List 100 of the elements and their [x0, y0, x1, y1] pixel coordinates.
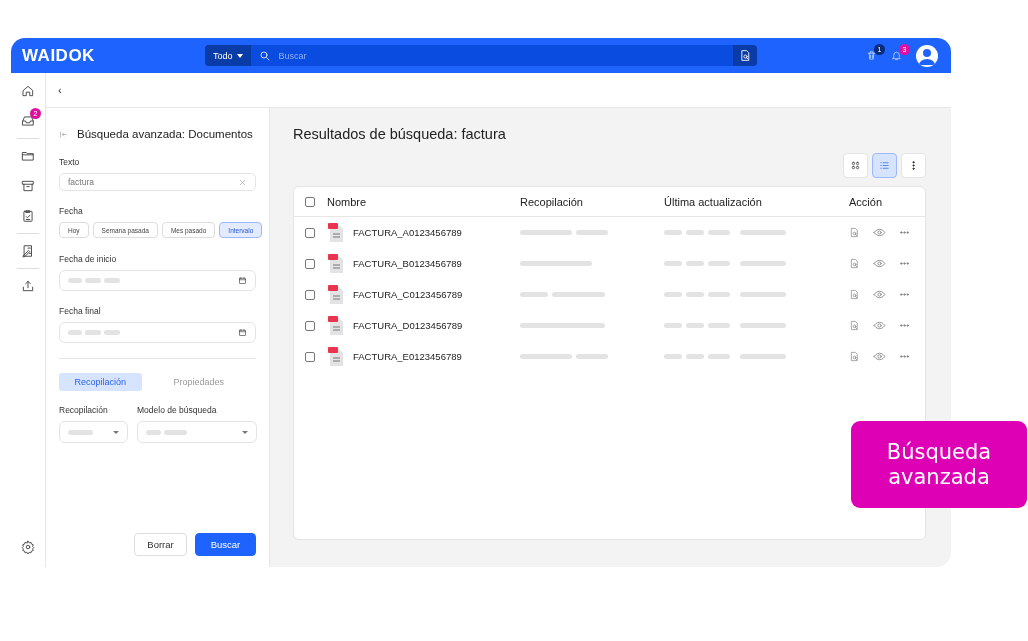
clear-icon[interactable]	[238, 177, 247, 187]
results-title: Resultados de búsqueda: factura	[293, 126, 507, 142]
document-search-icon[interactable]	[849, 320, 860, 331]
document-search-icon[interactable]	[849, 351, 860, 362]
placeholder-bar	[104, 278, 120, 283]
column-header: Acción	[849, 195, 884, 208]
calendar-icon[interactable]	[238, 328, 247, 337]
search-button[interactable]: Buscar	[195, 533, 256, 556]
text-field[interactable]: factura	[59, 173, 256, 191]
file-name: FACTURA_B0123456789	[353, 258, 462, 269]
placeholder-bar	[520, 261, 592, 266]
inbox-icon[interactable]	[21, 114, 35, 128]
placeholder-bar	[664, 230, 682, 235]
dropdown-field[interactable]	[137, 421, 257, 443]
archive-icon[interactable]	[21, 179, 35, 193]
placeholder-bar	[85, 278, 101, 283]
home-icon[interactable]	[21, 84, 35, 98]
placeholder-bar	[664, 354, 682, 359]
settings-icon[interactable]	[21, 540, 35, 554]
pdf-file-icon	[327, 347, 344, 366]
placeholder-bar	[708, 230, 730, 235]
placeholder-bar	[146, 429, 161, 435]
document-search-icon[interactable]	[849, 227, 860, 238]
back-button[interactable]: ‹	[58, 84, 62, 96]
placeholder-bar	[104, 330, 120, 335]
field-label: Fecha	[59, 206, 84, 216]
checkbox[interactable]	[305, 196, 315, 207]
eye-icon[interactable]	[873, 257, 886, 270]
placeholder-bar	[552, 292, 605, 297]
eye-icon[interactable]	[873, 350, 886, 363]
date-field[interactable]	[59, 322, 256, 343]
placeholder-bar	[664, 323, 682, 328]
placeholder-bar	[68, 278, 82, 283]
clear-button[interactable]: Borrar	[134, 533, 187, 556]
checkbox[interactable]	[305, 320, 315, 331]
field-label: Fecha de inicio	[59, 254, 118, 264]
placeholder-bar	[164, 429, 187, 435]
placeholder-bar	[576, 354, 608, 359]
search-field[interactable]: Buscar	[276, 49, 725, 62]
collapse-icon[interactable]	[59, 129, 68, 139]
placeholder-bar	[740, 323, 786, 328]
placeholder-bar	[520, 230, 572, 235]
callout-label: Búsqueda avanzada	[851, 421, 1027, 508]
document-search-icon[interactable]	[849, 258, 860, 269]
bell-icon[interactable]	[891, 50, 902, 61]
panel-title: Búsqueda avanzada: Documentos	[77, 128, 253, 140]
file-name: FACTURA_E0123456789	[353, 351, 462, 362]
placeholder-bar	[740, 261, 786, 266]
logo: WAIDOK	[22, 45, 96, 66]
list-view-button[interactable]	[872, 153, 897, 178]
folder-icon[interactable]	[21, 149, 35, 163]
placeholder-bar	[85, 330, 101, 335]
grid-view-button[interactable]	[843, 153, 868, 178]
placeholder-bar	[686, 354, 704, 359]
checkbox[interactable]	[305, 351, 315, 362]
clipboard-icon[interactable]	[21, 209, 35, 223]
eye-icon[interactable]	[873, 226, 886, 239]
search-bar[interactable]: Todo Buscar	[205, 45, 757, 66]
column-header: Recopilación	[520, 195, 584, 208]
checkbox[interactable]	[305, 289, 315, 300]
search-icon	[258, 49, 271, 62]
placeholder-bar	[708, 261, 730, 266]
trash-icon[interactable]	[866, 50, 877, 61]
date-field[interactable]	[59, 270, 256, 291]
upload-icon[interactable]	[21, 279, 35, 293]
more-view-button[interactable]	[901, 153, 926, 178]
field-label: Recopilación	[59, 405, 109, 415]
placeholder-bar	[664, 292, 682, 297]
placeholder-bar	[740, 354, 786, 359]
avatar-icon[interactable]	[916, 44, 938, 67]
pdf-file-icon	[327, 285, 344, 304]
field-label: Modelo de búsqueda	[137, 405, 218, 415]
placeholder-bar	[576, 230, 608, 235]
placeholder-bar	[708, 323, 730, 328]
document-edit-icon[interactable]	[21, 244, 35, 258]
column-header: Nombre	[327, 195, 368, 208]
placeholder-bar	[686, 230, 704, 235]
placeholder-bar	[740, 292, 786, 297]
field-label: Texto	[59, 157, 81, 167]
field-label: Fecha final	[59, 306, 102, 316]
list-view-icon	[879, 160, 890, 171]
scope-dropdown[interactable]: Todo	[205, 45, 251, 66]
file-name: FACTURA_C0123456789	[353, 289, 463, 300]
placeholder-bar	[686, 323, 704, 328]
document-search-button[interactable]	[733, 45, 757, 66]
eye-icon[interactable]	[873, 288, 886, 301]
pdf-file-icon	[327, 316, 344, 335]
checkbox[interactable]	[305, 258, 315, 269]
calendar-icon[interactable]	[238, 276, 247, 285]
placeholder-bar	[68, 330, 82, 335]
placeholder-bar	[68, 429, 93, 435]
document-search-icon[interactable]	[849, 289, 860, 300]
pdf-file-icon	[327, 223, 344, 242]
placeholder-bar	[664, 261, 682, 266]
tab[interactable]: Recopilación	[59, 373, 142, 391]
eye-icon[interactable]	[873, 319, 886, 332]
dropdown-field[interactable]	[59, 421, 128, 443]
file-name: FACTURA_D0123456789	[353, 320, 463, 331]
checkbox[interactable]	[305, 227, 315, 238]
placeholder-bar	[686, 292, 704, 297]
